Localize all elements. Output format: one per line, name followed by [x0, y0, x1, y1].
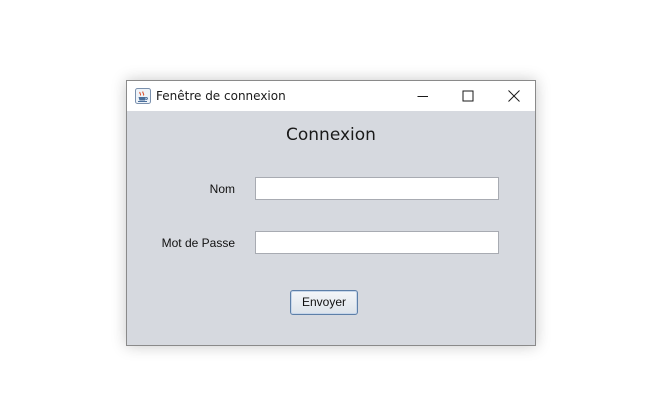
minimize-button[interactable] — [400, 81, 446, 111]
maximize-icon — [462, 90, 474, 102]
password-input[interactable] — [255, 231, 499, 254]
submit-button[interactable]: Envoyer — [290, 290, 358, 315]
title-bar[interactable]: Fenêtre de connexion — [127, 81, 535, 111]
java-cup-icon — [135, 88, 151, 104]
password-label: Mot de Passe — [161, 236, 235, 250]
minimize-icon — [417, 96, 428, 97]
login-window: Fenêtre de connexion Connexion Nom Mot d… — [126, 80, 536, 346]
close-button[interactable] — [491, 81, 537, 111]
close-icon — [508, 90, 520, 102]
name-label: Nom — [209, 182, 235, 196]
window-title: Fenêtre de connexion — [156, 89, 286, 103]
name-input[interactable] — [255, 177, 499, 200]
form-heading: Connexion — [286, 125, 376, 145]
maximize-button[interactable] — [445, 81, 491, 111]
